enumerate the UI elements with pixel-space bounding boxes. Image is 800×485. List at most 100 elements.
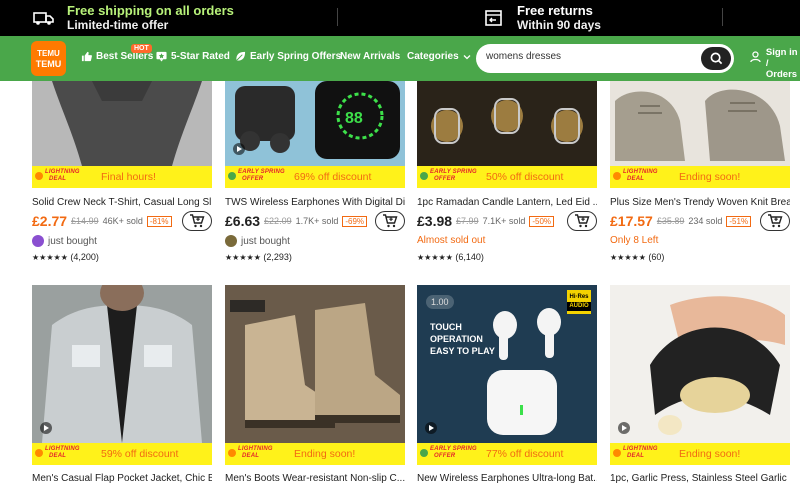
- divider: [337, 8, 338, 26]
- original-price: £7.99: [456, 216, 479, 226]
- product-card[interactable]: LIGHTNING DEAL 59% off discount Men's Ca…: [32, 285, 212, 485]
- deal-banner: EARLY SPRING OFFER 77% off discount: [417, 443, 597, 465]
- price: £6.63: [225, 213, 261, 229]
- svg-text:88: 88: [345, 110, 363, 127]
- deal-text: 50% off discount: [486, 171, 564, 183]
- product-card[interactable]: EARLY SPRING OFFER 50% off discount 1pc …: [417, 81, 597, 271]
- product-title[interactable]: New Wireless Earphones Ultra-long Bat...: [417, 473, 597, 484]
- product-title[interactable]: Men's Casual Flap Pocket Jacket, Chic B.…: [32, 473, 212, 484]
- lightning-deal-tag: LIGHTNING DEAL: [613, 446, 673, 462]
- deal-text: 77% off discount: [486, 448, 564, 460]
- shipping-title: Free shipping on all orders: [67, 3, 234, 18]
- product-image[interactable]: [610, 81, 790, 166]
- temu-logo[interactable]: TEMU TEMU: [31, 41, 66, 76]
- product-card[interactable]: LIGHTNING DEAL Ending soon! 1pc, Garlic …: [610, 285, 790, 485]
- social-proof: just bought: [225, 235, 290, 247]
- product-title[interactable]: TWS Wireless Earphones With Digital Di..…: [225, 197, 405, 208]
- search-bar: [476, 44, 734, 73]
- deal-text: 59% off discount: [101, 448, 179, 460]
- new-arrivals-label: New Arrivals: [340, 51, 401, 62]
- sub-text: just bought: [48, 235, 97, 247]
- deal-text: Ending soon!: [679, 171, 741, 183]
- review-count: (60): [648, 252, 665, 262]
- hot-badge: HOT: [131, 44, 152, 53]
- discount-badge: -51%: [726, 215, 752, 227]
- deal-banner: LIGHTNING DEAL Ending soon!: [610, 443, 790, 465]
- play-icon[interactable]: [40, 422, 52, 434]
- main-nav: TEMU TEMU Best Sellers HOT 5-Star Rated …: [0, 36, 800, 91]
- nav-categories[interactable]: Categories: [407, 51, 471, 62]
- product-title[interactable]: 1pc, Garlic Press, Stainless Steel Garli…: [610, 473, 790, 484]
- sub-text: Only 8 Left: [610, 235, 659, 246]
- spring-offer-tag: EARLY SPRING OFFER: [420, 169, 480, 185]
- deal-banner: LIGHTNING DEAL 59% off discount: [32, 443, 212, 465]
- product-image[interactable]: [32, 285, 212, 443]
- product-image[interactable]: [610, 285, 790, 443]
- review-count: (2,293): [263, 252, 292, 262]
- categories-label: Categories: [407, 51, 459, 62]
- return-box-icon: [485, 10, 502, 26]
- original-price: £35.89: [656, 216, 685, 226]
- returns-subtitle: Within 90 days: [517, 18, 601, 32]
- add-to-cart-button[interactable]: [567, 211, 597, 231]
- deal-banner: LIGHTNING DEAL Final hours!: [32, 166, 212, 188]
- nav-spring-offers[interactable]: Early Spring Offers: [235, 51, 341, 62]
- divider: [722, 8, 723, 26]
- discount-badge: -81%: [146, 215, 172, 227]
- lightning-deal-tag: LIGHTNING DEAL: [228, 446, 288, 462]
- product-image[interactable]: [417, 81, 597, 166]
- logo-mark: TEMU: [37, 49, 60, 58]
- price: £3.98: [417, 213, 453, 229]
- tshirt-model-image: [32, 81, 212, 166]
- lightning-deal-tag: LIGHTNING DEAL: [35, 446, 95, 462]
- sign-in-label: Sign in /: [765, 47, 798, 69]
- sub-text: just bought: [241, 235, 290, 247]
- nav-five-star[interactable]: 5-Star Rated: [156, 51, 230, 62]
- price-row: £6.63 £22.09 1.7K+ sold -69%: [225, 211, 405, 231]
- free-shipping-banner[interactable]: Free shipping on all orders Limited-time…: [33, 4, 234, 32]
- sold-count: 1.7K+ sold: [295, 216, 339, 226]
- product-image[interactable]: 88: [225, 81, 405, 166]
- deal-text: Ending soon!: [679, 448, 741, 460]
- lightning-deal-tag: LIGHTNING DEAL: [35, 169, 95, 185]
- product-image[interactable]: 1.00 Hi·Res AUDIO TOUCH OPERATION EASY T…: [417, 285, 597, 443]
- star-badge-icon: [156, 51, 167, 62]
- price-row: £2.77 £14.99 46K+ sold -81%: [32, 211, 212, 231]
- product-card[interactable]: LIGHTNING DEAL Final hours! Solid Crew N…: [32, 81, 212, 271]
- product-title[interactable]: 1pc Ramadan Candle Lantern, Led Eid ...: [417, 197, 597, 208]
- play-icon[interactable]: [425, 422, 437, 434]
- product-card[interactable]: LIGHTNING DEAL Ending soon! Plus Size Me…: [610, 81, 790, 271]
- product-card[interactable]: 88 EARLY SPRING OFFER 69% off discount T…: [225, 81, 405, 271]
- chevron-down-icon: [463, 54, 471, 59]
- product-title[interactable]: Plus Size Men's Trendy Woven Knit Brea..…: [610, 197, 790, 208]
- price-row: £17.57 £35.89 234 sold -51%: [610, 211, 790, 231]
- product-image[interactable]: [32, 81, 212, 166]
- search-button[interactable]: [701, 47, 731, 70]
- add-to-cart-button[interactable]: [760, 211, 790, 231]
- avatar: [32, 235, 44, 247]
- sold-count: 7.1K+ sold: [482, 216, 526, 226]
- add-to-cart-button[interactable]: [375, 211, 405, 231]
- add-to-cart-button[interactable]: [182, 211, 212, 231]
- product-title[interactable]: Men's Boots Wear-resistant Non-slip C...: [225, 473, 405, 484]
- promo-bar: Free shipping on all orders Limited-time…: [0, 0, 800, 36]
- discount-badge: -50%: [529, 215, 555, 227]
- search-icon: [710, 52, 722, 65]
- free-returns-banner[interactable]: Free returns Within 90 days: [483, 4, 601, 32]
- product-card[interactable]: 1.00 Hi·Res AUDIO TOUCH OPERATION EASY T…: [417, 285, 597, 485]
- review-count: (6,140): [455, 252, 484, 262]
- product-card[interactable]: LIGHTNING DEAL Ending soon! Men's Boots …: [225, 285, 405, 485]
- nav-new-arrivals[interactable]: New Arrivals: [340, 51, 400, 62]
- sold-count: 234 sold: [688, 216, 723, 226]
- returns-title: Free returns: [517, 3, 593, 18]
- play-icon[interactable]: [233, 143, 245, 155]
- search-input[interactable]: [486, 51, 686, 62]
- garlic-press-image: [610, 285, 790, 443]
- product-image[interactable]: [225, 285, 405, 443]
- rating: ★★★★★ (60): [610, 252, 664, 262]
- product-title[interactable]: Solid Crew Neck T-Shirt, Casual Long Sl.…: [32, 197, 212, 208]
- video-timer: 1.00: [426, 295, 454, 309]
- play-icon[interactable]: [618, 422, 630, 434]
- spring-offer-tag: EARLY SPRING OFFER: [420, 446, 480, 462]
- review-count: (4,200): [70, 252, 99, 262]
